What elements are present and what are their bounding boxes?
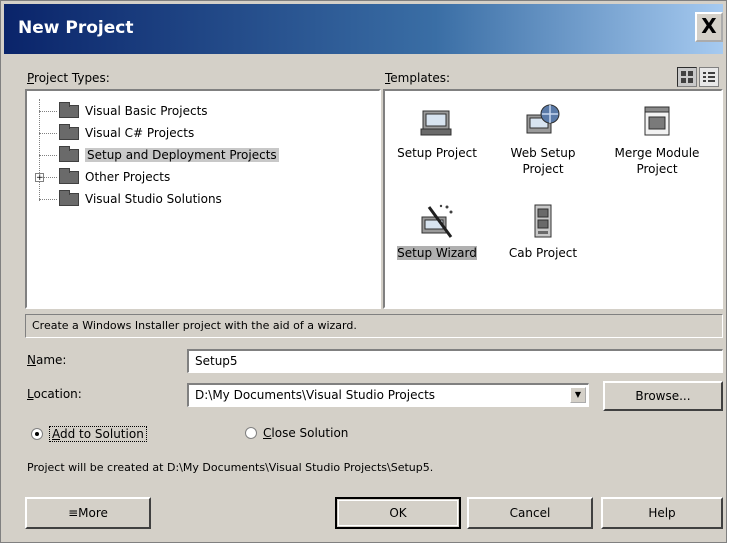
tree-connector (39, 99, 40, 201)
template-setup-project[interactable]: Setup Project (389, 103, 485, 161)
templates-list[interactable]: Setup Project Web Setup Project Merge Mo… (383, 89, 723, 309)
folder-icon (59, 123, 79, 140)
tree-connector (39, 155, 57, 156)
project-path-info: Project will be created at D:\My Documen… (27, 461, 434, 474)
new-project-dialog: New Project X Project Types: + Visual Ba… (0, 0, 727, 543)
name-field[interactable]: Setup5 (187, 349, 723, 373)
tree-item-label: Setup and Deployment Projects (85, 148, 279, 162)
tree-connector (43, 177, 57, 178)
radio-selected-icon (31, 428, 43, 440)
template-cab-project[interactable]: Cab Project (495, 203, 591, 261)
template-description: Create a Windows Installer project with … (25, 314, 723, 338)
setup-project-icon (419, 103, 455, 139)
large-icons-icon (681, 71, 693, 83)
location-label: Location: (27, 387, 82, 401)
tree-item-label: Visual Basic Projects (85, 104, 208, 118)
project-types-tree[interactable]: + Visual Basic Projects Visual C# Projec… (25, 89, 381, 309)
browse-button[interactable]: Browse... (603, 381, 723, 411)
tree-item-visual-csharp-projects[interactable]: Visual C# Projects (59, 123, 194, 143)
web-setup-project-icon (525, 103, 561, 139)
cab-project-icon (525, 203, 561, 239)
close-solution-label: Close Solution (263, 426, 349, 440)
template-merge-module-project[interactable]: Merge Module Project (609, 103, 705, 177)
close-solution-radio[interactable]: Close Solution (245, 426, 348, 440)
tree-connector (39, 133, 57, 134)
list-view-icon (703, 72, 715, 82)
add-to-solution-radio[interactable]: Add to Solution (31, 426, 147, 442)
merge-module-project-icon (639, 103, 675, 139)
more-button[interactable]: ≡More (25, 497, 151, 529)
template-label: Setup Project (397, 146, 477, 160)
tree-item-label: Visual Studio Solutions (85, 192, 222, 206)
small-icons-view-button[interactable] (699, 67, 719, 87)
help-button[interactable]: Help (601, 497, 723, 529)
template-label: Web Setup Project (510, 146, 576, 176)
template-label: Setup Wizard (397, 246, 477, 260)
expand-icon[interactable]: + (35, 173, 44, 183)
large-icons-view-button[interactable] (677, 67, 697, 87)
tree-connector (39, 111, 57, 112)
title-bar[interactable]: New Project X (4, 4, 723, 54)
project-types-label: Project Types: (27, 71, 110, 85)
location-combobox[interactable]: D:\My Documents\Visual Studio Projects ▼ (187, 383, 589, 407)
name-label: Name: (27, 353, 67, 367)
template-web-setup-project[interactable]: Web Setup Project (495, 103, 591, 177)
template-label: Cab Project (508, 246, 578, 260)
tree-item-visual-basic-projects[interactable]: Visual Basic Projects (59, 101, 208, 121)
tree-item-label: Visual C# Projects (85, 126, 195, 140)
location-value: D:\My Documents\Visual Studio Projects (195, 388, 436, 402)
setup-wizard-icon (419, 203, 455, 239)
chevron-down-icon[interactable]: ▼ (570, 387, 586, 403)
dialog-title: New Project (18, 18, 134, 38)
template-label: Merge Module Project (614, 146, 700, 176)
tree-item-other-projects[interactable]: Other Projects (59, 167, 170, 187)
cancel-button[interactable]: Cancel (467, 497, 593, 529)
tree-item-visual-studio-solutions[interactable]: Visual Studio Solutions (59, 189, 222, 209)
close-button[interactable]: X (695, 12, 723, 42)
template-setup-wizard[interactable]: Setup Wizard (389, 203, 485, 261)
folder-icon (59, 167, 79, 184)
radio-unselected-icon (245, 427, 257, 439)
templates-label: Templates: (385, 71, 451, 85)
folder-open-icon (59, 145, 79, 162)
tree-item-setup-and-deployment-projects[interactable]: Setup and Deployment Projects (59, 145, 279, 165)
folder-icon (59, 189, 79, 206)
tree-item-label: Other Projects (85, 170, 171, 184)
ok-button[interactable]: OK (335, 497, 461, 529)
folder-icon (59, 101, 79, 118)
add-to-solution-label: Add to Solution (49, 426, 147, 442)
close-icon: X (701, 14, 717, 38)
tree-connector (39, 199, 57, 200)
